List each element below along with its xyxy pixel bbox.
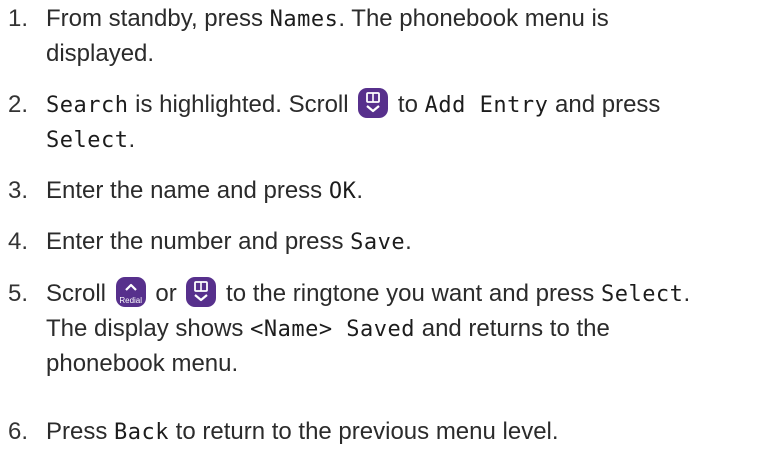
step-text: Search is highlighted. Scroll to Add Ent… [46,88,778,158]
step-number: 2. [8,91,29,118]
redial-up-key-icon: Redial [115,277,146,307]
instruction-text: to [391,91,425,118]
step-line: Scroll Redial or to the ringtone you wan… [46,277,778,312]
instruction-text: or [148,280,184,307]
step-number: 6. [8,418,29,445]
instruction-text: phonebook menu. [46,350,239,377]
step-number: 4. [8,228,29,255]
step-text: Scroll Redial or to the ringtone you wan… [46,277,778,381]
instruction-text: Enter the number and press [46,228,351,255]
phonebook-down-key-icon [358,88,389,118]
instruction-text: . [128,126,136,153]
instruction-text: . The phonebook menu is [338,5,609,32]
display-text-back: Back [114,420,169,445]
instruction-text: . [683,280,691,307]
step-2: 2. Search is highlighted. Scroll to Add … [8,88,778,158]
instruction-text: Press [46,418,115,445]
instruction-text: The display shows [46,315,251,342]
step-text: From standby, press Names. The phonebook… [46,2,778,71]
instruction-text: From standby, press [46,5,270,32]
step-line: Select. [46,123,778,158]
instruction-text: is highlighted. Scroll [128,91,356,118]
step-3: 3. Enter the name and press OK. [8,174,778,209]
step-1: 1. From standby, press Names. The phoneb… [8,2,778,71]
step-text: Enter the number and press Save. [46,225,778,260]
display-text-add-entry: Add Entry [424,93,549,118]
step-6: 6. Press Back to return to the previous … [8,415,778,450]
step-text: Press Back to return to the previous men… [46,415,778,450]
display-text-ok: OK [328,179,357,204]
step-line: The display shows <Name> Saved and retur… [46,312,778,347]
step-line: From standby, press Names. The phonebook… [46,2,778,37]
step-line: Enter the number and press Save. [46,225,778,260]
display-text-name-saved: <Name> Saved [250,317,416,342]
instruction-text: . [356,177,364,204]
step-text: Enter the name and press OK. [46,174,778,209]
step-line: Search is highlighted. Scroll to Add Ent… [46,88,778,123]
step-line: Enter the name and press OK. [46,174,778,209]
step-number: 1. [8,5,29,32]
display-text-search: Search [46,93,129,118]
step-line: displayed. [46,37,778,71]
step-4: 4. Enter the number and press Save. [8,225,778,260]
step-line: Press Back to return to the previous men… [46,415,778,450]
display-text-save: Save [350,230,406,255]
instruction-text: . [405,228,412,255]
instruction-text: displayed. [46,40,155,67]
instruction-text: and returns to the [415,315,610,342]
phonebook-down-key-icon [186,277,217,307]
display-text-names: Names [269,7,339,32]
instruction-text: Enter the name and press [46,177,329,204]
instruction-text: and press [548,91,661,118]
redial-key-label: Redial [119,296,143,305]
step-5: 5. Scroll Redial or to the ringtone you … [8,277,778,381]
instruction-text: to return to the previous menu level. [169,418,559,445]
display-text-select: Select [46,128,129,153]
display-text-select: Select [600,282,684,307]
instruction-text: Scroll [46,280,113,307]
step-number: 5. [8,280,29,307]
step-number: 3. [8,177,29,204]
step-line: phonebook menu. [46,347,778,381]
instruction-text: to the ringtone you want and press [219,280,601,307]
